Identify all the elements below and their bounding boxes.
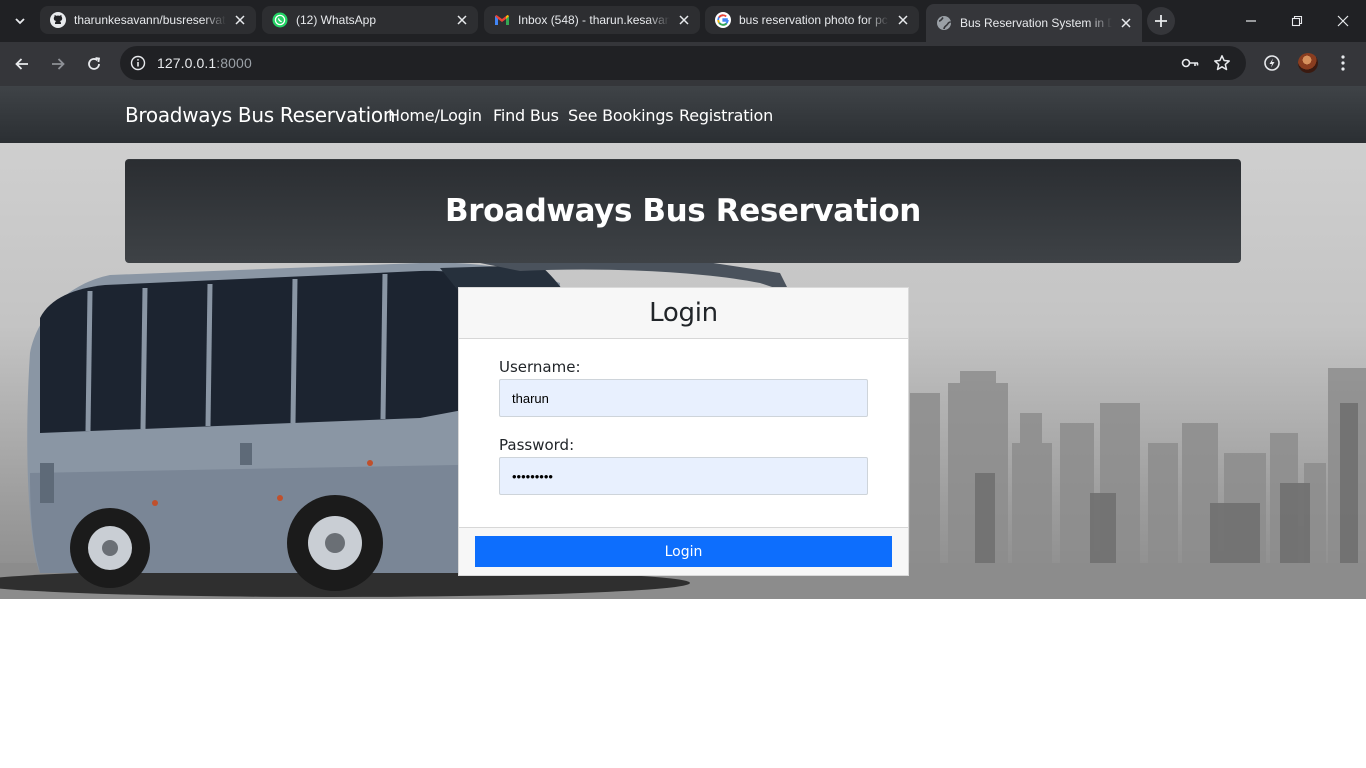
close-window-button[interactable]: [1329, 8, 1357, 34]
gmail-icon: [494, 12, 510, 28]
minimize-button[interactable]: [1237, 8, 1265, 34]
back-button[interactable]: [8, 50, 36, 78]
restore-icon: [1291, 15, 1303, 27]
key-icon[interactable]: [1180, 53, 1200, 73]
plus-icon: [1155, 15, 1167, 27]
username-input[interactable]: [499, 379, 868, 417]
github-icon: [50, 12, 66, 28]
tab-gmail[interactable]: Inbox (548) - tharun.kesavan: [484, 6, 700, 34]
tab-strip: tharunkesavann/busreservat (12) WhatsApp…: [0, 0, 1366, 42]
arrow-left-icon: [15, 58, 28, 70]
avatar: [1298, 53, 1318, 73]
close-icon[interactable]: [1118, 15, 1134, 31]
tab-title: Bus Reservation System in D: [960, 16, 1112, 30]
username-label: Username:: [499, 358, 581, 376]
nav-link-home-login[interactable]: Home/Login: [388, 106, 482, 125]
extension-icon[interactable]: [1258, 49, 1286, 77]
close-icon[interactable]: [895, 12, 911, 28]
tab-title: bus reservation photo for pc: [739, 13, 888, 27]
close-icon[interactable]: [232, 12, 248, 28]
tab-google-search[interactable]: bus reservation photo for pc: [705, 6, 919, 34]
password-label: Password:: [499, 436, 575, 454]
password-input[interactable]: [499, 457, 868, 495]
address-bar[interactable]: 127.0.0.1:8000: [120, 46, 1246, 80]
minimize-icon: [1246, 20, 1256, 22]
reload-icon: [88, 57, 101, 70]
tab-whatsapp[interactable]: (12) WhatsApp: [262, 6, 478, 34]
page-title: Broadways Bus Reservation: [445, 193, 921, 229]
menu-button[interactable]: [1329, 49, 1357, 77]
header-banner: Broadways Bus Reservation: [125, 159, 1241, 263]
info-icon[interactable]: [128, 53, 148, 73]
chevron-down-icon: [15, 18, 25, 25]
tab-title: tharunkesavann/busreservat: [74, 13, 226, 27]
globe-icon: [936, 15, 952, 31]
browser-toolbar: 127.0.0.1:8000: [0, 42, 1366, 86]
close-icon[interactable]: [454, 12, 470, 28]
web-page: Broadways Bus Reservation Home/Login Fin…: [0, 86, 1366, 768]
forward-button[interactable]: [44, 50, 72, 78]
more-vertical-icon: [1341, 55, 1345, 71]
restore-button[interactable]: [1283, 8, 1311, 34]
whatsapp-icon: [272, 12, 288, 28]
close-icon[interactable]: [676, 12, 692, 28]
url-host: 127.0.0.1: [157, 55, 217, 71]
new-tab-button[interactable]: [1147, 7, 1175, 35]
tab-title: Inbox (548) - tharun.kesavan: [518, 13, 670, 27]
url-port: :8000: [216, 55, 252, 71]
login-button[interactable]: Login: [475, 536, 892, 567]
reload-button[interactable]: [80, 50, 108, 78]
navbar-brand[interactable]: Broadways Bus Reservation: [125, 103, 396, 127]
login-heading: Login: [649, 298, 718, 328]
tab-title: (12) WhatsApp: [296, 13, 377, 27]
login-card: Login Username: Password: Login: [458, 287, 909, 576]
nav-link-find-bus[interactable]: Find Bus: [493, 106, 559, 125]
login-card-header: Login: [459, 288, 908, 339]
url-text: 127.0.0.1:8000: [157, 55, 252, 71]
arrow-right-icon: [52, 58, 65, 70]
nav-link-registration[interactable]: Registration: [679, 106, 773, 125]
site-navbar: Broadways Bus Reservation Home/Login Fin…: [0, 86, 1366, 143]
login-card-footer: Login: [459, 527, 908, 575]
tab-search-button[interactable]: [6, 8, 34, 34]
close-icon: [1337, 15, 1349, 27]
star-icon[interactable]: [1212, 53, 1232, 73]
profile-avatar[interactable]: [1294, 49, 1322, 77]
nav-link-see-bookings[interactable]: See Bookings: [568, 106, 674, 125]
tab-bus-reservation[interactable]: Bus Reservation System in D: [926, 4, 1142, 42]
tab-github[interactable]: tharunkesavann/busreservat: [40, 6, 256, 34]
google-icon: [715, 12, 731, 28]
